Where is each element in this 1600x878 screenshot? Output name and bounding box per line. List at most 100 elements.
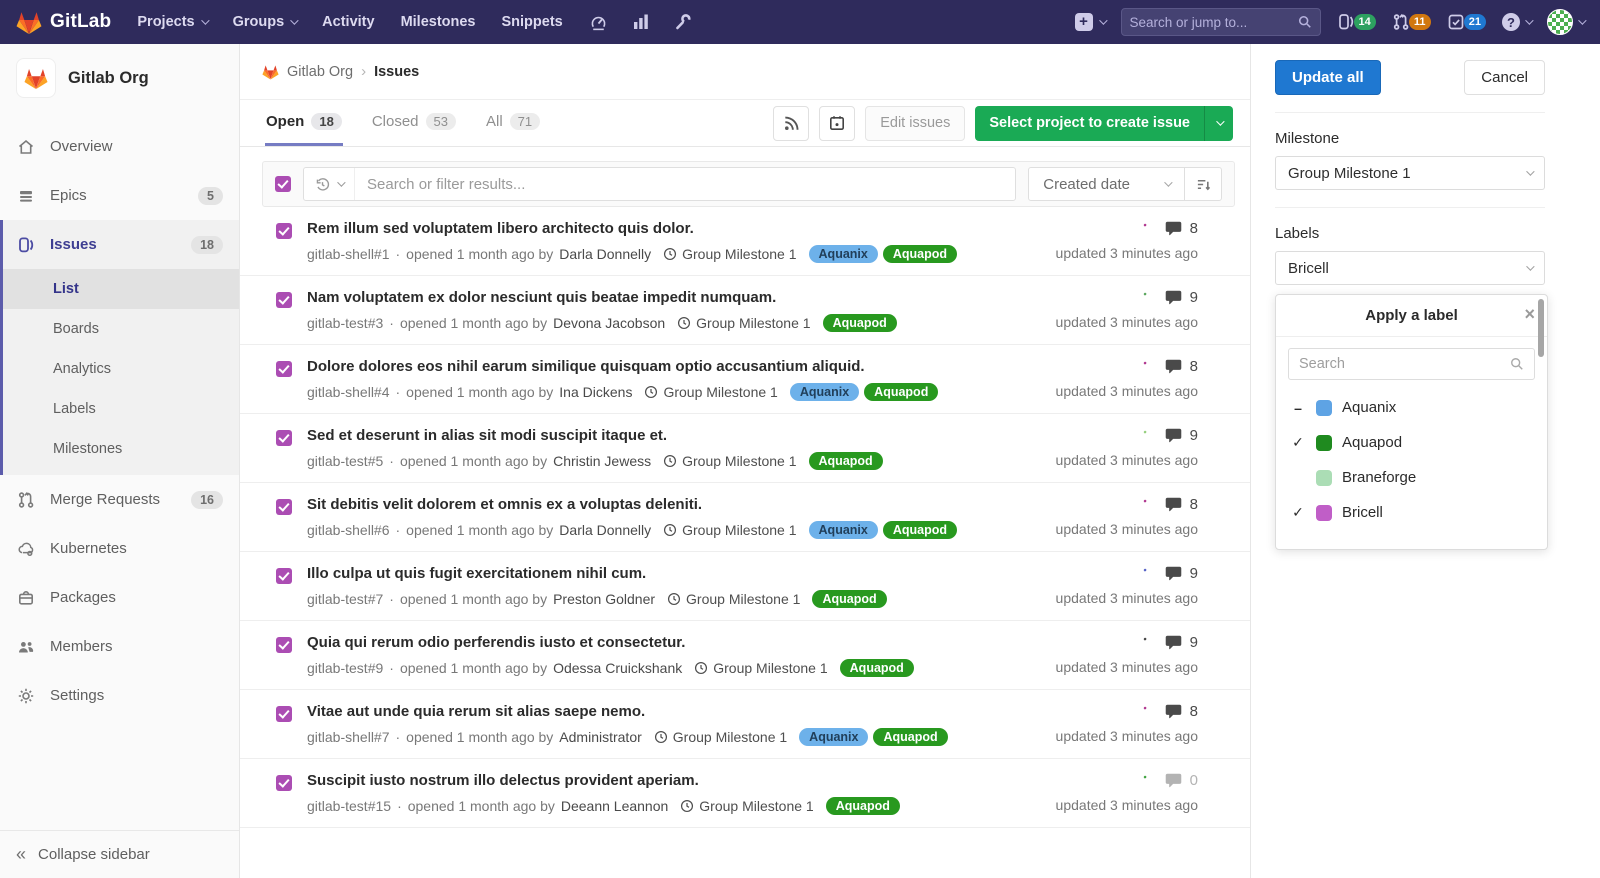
comment-count[interactable]: 8 xyxy=(1190,496,1198,513)
sidebar-item-epics[interactable]: Epics 5 xyxy=(0,171,239,220)
issues-submenu-item[interactable]: Milestones xyxy=(0,429,239,469)
select-all-checkbox[interactable] xyxy=(275,176,291,192)
assignee-avatar[interactable] xyxy=(1140,634,1157,651)
issue-milestone-link[interactable]: Group Milestone 1 xyxy=(680,798,813,814)
label-option[interactable]: ✓ Bricell xyxy=(1276,495,1547,530)
issue-select-checkbox[interactable] xyxy=(276,568,292,584)
label-search-input[interactable] xyxy=(1299,356,1502,372)
issue-select-checkbox[interactable] xyxy=(276,706,292,722)
state-tab[interactable]: All 71 xyxy=(485,100,541,146)
issue-milestone-link[interactable]: Group Milestone 1 xyxy=(667,591,800,607)
top-nav-item[interactable]: Snippets xyxy=(502,14,563,30)
label-chip[interactable]: Aquapod xyxy=(883,521,957,539)
issue-title-link[interactable]: Nam voluptatem ex dolor nesciunt quis be… xyxy=(307,289,986,306)
top-nav-item[interactable]: Activity xyxy=(322,14,374,30)
comment-count[interactable]: 9 xyxy=(1190,634,1198,651)
labels-select[interactable]: Bricell xyxy=(1275,251,1545,285)
sort-direction-button[interactable] xyxy=(1184,168,1221,200)
user-menu-button[interactable] xyxy=(1547,9,1584,35)
recent-searches-button[interactable] xyxy=(304,168,355,200)
issue-select-checkbox[interactable] xyxy=(276,430,292,446)
global-search-input[interactable] xyxy=(1130,15,1292,30)
scrollbar-thumb[interactable] xyxy=(1538,299,1544,357)
label-option[interactable]: Braneforge xyxy=(1276,460,1547,495)
issue-author-link[interactable]: Christin Jewess xyxy=(553,453,651,469)
issue-select-checkbox[interactable] xyxy=(276,361,292,377)
issue-author-link[interactable]: Odessa Cruickshank xyxy=(553,660,682,676)
rss-feed-button[interactable] xyxy=(773,106,809,141)
issue-select-checkbox[interactable] xyxy=(276,499,292,515)
issue-milestone-link[interactable]: Group Milestone 1 xyxy=(663,522,796,538)
create-issue-button[interactable]: Select project to create issue xyxy=(975,106,1204,141)
update-all-button[interactable]: Update all xyxy=(1275,60,1381,95)
state-tab[interactable]: Closed 53 xyxy=(371,100,457,146)
issue-milestone-link[interactable]: Group Milestone 1 xyxy=(677,315,810,331)
assignee-avatar[interactable] xyxy=(1140,565,1157,582)
issue-milestone-link[interactable]: Group Milestone 1 xyxy=(694,660,827,676)
sidebar-item-kubernetes[interactable]: Kubernetes xyxy=(0,524,239,573)
comment-count[interactable]: 9 xyxy=(1190,289,1198,306)
issue-select-checkbox[interactable] xyxy=(276,637,292,653)
issues-submenu-item[interactable]: List xyxy=(0,269,239,309)
issues-submenu-item[interactable]: Boards xyxy=(0,309,239,349)
issues-submenu-item[interactable]: Analytics xyxy=(0,349,239,389)
issue-title-link[interactable]: Quia qui rerum odio perferendis iusto et… xyxy=(307,634,986,651)
issue-title-link[interactable]: Suscipit iusto nostrum illo delectus pro… xyxy=(307,772,986,789)
label-chip[interactable]: Aquanix xyxy=(799,728,868,746)
issue-milestone-link[interactable]: Group Milestone 1 xyxy=(663,453,796,469)
issues-submenu-item[interactable]: Labels xyxy=(0,389,239,429)
issue-milestone-link[interactable]: Group Milestone 1 xyxy=(654,729,787,745)
issue-author-link[interactable]: Darla Donnelly xyxy=(559,246,651,262)
group-context[interactable]: Gitlab Org xyxy=(0,44,239,108)
issue-title-link[interactable]: Dolore dolores eos nihil earum similique… xyxy=(307,358,986,375)
label-option[interactable]: ✓ Aquapod xyxy=(1276,425,1547,460)
label-chip[interactable]: Aquapod xyxy=(826,797,900,815)
label-chip[interactable]: Aquapod xyxy=(883,245,957,263)
comment-count[interactable]: 0 xyxy=(1190,772,1198,789)
comment-count[interactable]: 9 xyxy=(1190,427,1198,444)
help-menu-button[interactable]: ? xyxy=(1502,13,1531,31)
wrench-icon[interactable] xyxy=(673,12,693,32)
issue-title-link[interactable]: Rem illum sed voluptatem libero architec… xyxy=(307,220,986,237)
assignee-avatar[interactable] xyxy=(1140,220,1157,237)
assignee-avatar[interactable] xyxy=(1140,703,1157,720)
issue-title-link[interactable]: Sit debitis velit dolorem et omnis ex a … xyxy=(307,496,986,513)
filter-search-input[interactable] xyxy=(355,176,1015,193)
state-tab[interactable]: Open 18 xyxy=(265,100,343,146)
sidebar-item-issues[interactable]: Issues 18 xyxy=(0,220,239,269)
issue-author-link[interactable]: Darla Donnelly xyxy=(559,522,651,538)
new-menu-button[interactable]: + xyxy=(1075,13,1105,31)
label-chip[interactable]: Aquapod xyxy=(873,728,947,746)
comment-count[interactable]: 8 xyxy=(1190,358,1198,375)
bar-chart-icon[interactable] xyxy=(631,12,651,32)
issue-author-link[interactable]: Preston Goldner xyxy=(553,591,655,607)
label-chip[interactable]: Aquapod xyxy=(823,314,897,332)
issue-select-checkbox[interactable] xyxy=(276,292,292,308)
sidebar-item-members[interactable]: Members xyxy=(0,622,239,671)
issue-title-link[interactable]: Illo culpa ut quis fugit exercitationem … xyxy=(307,565,986,582)
issue-author-link[interactable]: Ina Dickens xyxy=(559,384,632,400)
label-chip[interactable]: Aquanix xyxy=(809,521,878,539)
issue-author-link[interactable]: Devona Jacobson xyxy=(553,315,665,331)
assignee-avatar[interactable] xyxy=(1140,496,1157,513)
issue-title-link[interactable]: Sed et deserunt in alias sit modi suscip… xyxy=(307,427,986,444)
sidebar-item-settings[interactable]: Settings xyxy=(0,671,239,720)
issue-milestone-link[interactable]: Group Milestone 1 xyxy=(663,246,796,262)
sidebar-item-packages[interactable]: Packages xyxy=(0,573,239,622)
close-icon[interactable]: × xyxy=(1524,304,1535,326)
label-chip[interactable]: Aquapod xyxy=(864,383,938,401)
issue-author-link[interactable]: Administrator xyxy=(559,729,641,745)
assignee-avatar[interactable] xyxy=(1140,358,1157,375)
todos-counter[interactable]: 21 xyxy=(1447,13,1486,31)
issues-counter[interactable]: 14 xyxy=(1337,13,1376,31)
assignee-avatar[interactable] xyxy=(1140,427,1157,444)
issue-author-link[interactable]: Deeann Leannon xyxy=(561,798,668,814)
comment-count[interactable]: 8 xyxy=(1190,220,1198,237)
top-nav-item[interactable]: Milestones xyxy=(401,14,476,30)
cancel-button[interactable]: Cancel xyxy=(1464,60,1545,95)
breadcrumb-group-link[interactable]: Gitlab Org xyxy=(287,64,353,80)
sidebar-item-merge-requests[interactable]: Merge Requests 16 xyxy=(0,475,239,524)
sort-by-dropdown[interactable]: Created date xyxy=(1029,168,1184,200)
label-chip[interactable]: Aquapod xyxy=(809,452,883,470)
assignee-avatar[interactable] xyxy=(1140,772,1157,789)
